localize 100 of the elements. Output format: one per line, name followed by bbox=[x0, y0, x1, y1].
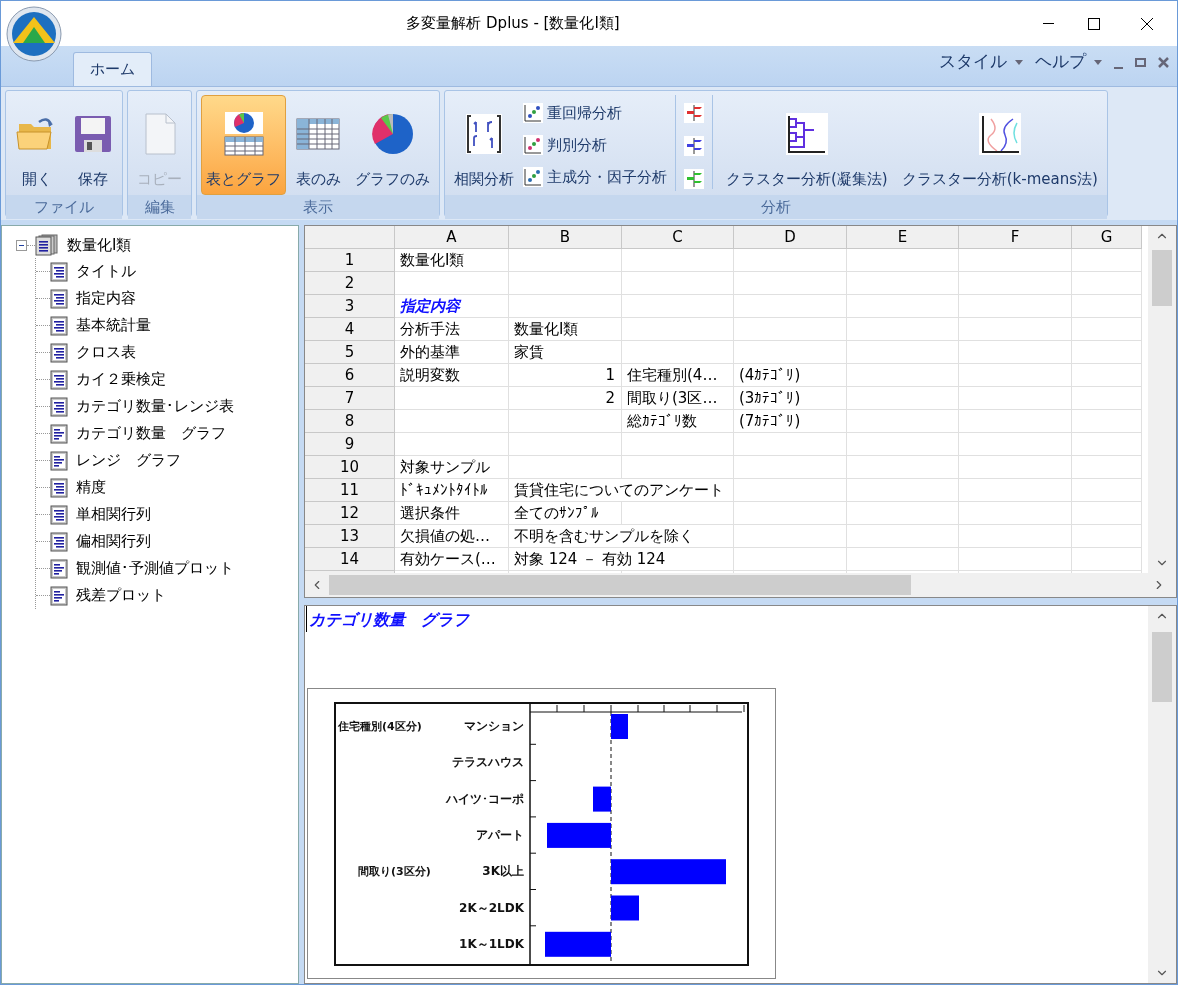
graph-button[interactable]: グラフのみ bbox=[350, 95, 435, 195]
scroll-thumb[interactable] bbox=[1152, 250, 1172, 306]
bar bbox=[545, 931, 611, 957]
category-label: テラスハウス bbox=[452, 754, 524, 769]
cell-text: 家賃 bbox=[514, 342, 544, 363]
restore-icon[interactable] bbox=[1135, 57, 1146, 67]
cell-text: 有効ケース(… bbox=[400, 549, 496, 570]
table-button[interactable]: 表のみ bbox=[290, 95, 346, 195]
tree-item[interactable]: カイ２乗検定 bbox=[76, 368, 166, 391]
text-document-icon bbox=[50, 261, 68, 282]
row-header[interactable]: 13 bbox=[305, 525, 395, 548]
cell-text: 全てのｻﾝﾌﾟﾙ bbox=[514, 503, 599, 524]
scroll-thumb[interactable] bbox=[1152, 632, 1172, 702]
caret-icon bbox=[1015, 59, 1023, 65]
row-header[interactable]: 5 bbox=[305, 341, 395, 364]
category-label: アパート bbox=[476, 827, 524, 842]
text-document-icon bbox=[50, 315, 68, 336]
menu-dropdown[interactable]: スタイル bbox=[939, 49, 1023, 75]
cell-text: 対象サンプル bbox=[400, 457, 490, 478]
tree-item[interactable]: カテゴリ数量･レンジ表 bbox=[76, 395, 234, 418]
tree-item[interactable]: 観測値･予測値プロット bbox=[76, 557, 234, 580]
row-header[interactable]: 12 bbox=[305, 502, 395, 525]
ribbon-tab[interactable]: ホーム bbox=[73, 52, 152, 86]
flag-button[interactable] bbox=[684, 103, 704, 123]
kmeans-button[interactable]: クラスター分析(k-means法) bbox=[896, 95, 1103, 195]
cell-text: 住宅種別(4… bbox=[627, 365, 718, 386]
save-button[interactable]: 保存 bbox=[68, 95, 118, 195]
text-document-icon bbox=[50, 504, 68, 525]
cell-text: 総ｶﾃｺﾞﾘ数 bbox=[627, 411, 697, 432]
collapse-icon[interactable] bbox=[16, 239, 27, 251]
text-document-icon bbox=[50, 288, 68, 309]
sheet-corner[interactable] bbox=[305, 226, 395, 249]
tree-item[interactable]: 偏相関行列 bbox=[76, 530, 151, 553]
tree-item[interactable]: クロス表 bbox=[76, 341, 136, 364]
row-header[interactable]: 9 bbox=[305, 433, 395, 456]
row-header[interactable]: 10 bbox=[305, 456, 395, 479]
flag-button[interactable] bbox=[684, 169, 704, 189]
row-header[interactable]: 7 bbox=[305, 387, 395, 410]
tree-item[interactable]: 指定内容 bbox=[76, 287, 136, 310]
horizontal-scrollbar[interactable] bbox=[305, 573, 1176, 597]
tree-item[interactable]: 単相関行列 bbox=[76, 503, 151, 526]
cell-text: 欠損値の処… bbox=[400, 526, 490, 547]
cell-text: (4ｶﾃｺﾞﾘ) bbox=[739, 365, 801, 386]
bar bbox=[547, 822, 611, 848]
caret-icon bbox=[1094, 59, 1102, 65]
bar bbox=[593, 786, 611, 812]
row-header[interactable]: 4 bbox=[305, 318, 395, 341]
close-icon[interactable] bbox=[1158, 56, 1169, 68]
document-stack-icon bbox=[35, 234, 59, 256]
cell-text: 間取り(3区… bbox=[627, 388, 718, 409]
tree-item[interactable]: 数量化Ⅰ類 bbox=[67, 233, 132, 257]
group-label: 編集 bbox=[128, 195, 191, 219]
cell-text: 1 bbox=[605, 365, 615, 386]
flag-icon bbox=[684, 103, 704, 123]
row-header[interactable]: 6 bbox=[305, 364, 395, 387]
row-header[interactable]: 2 bbox=[305, 272, 395, 295]
row-header[interactable]: 1 bbox=[305, 249, 395, 272]
tree-item[interactable]: 精度 bbox=[76, 476, 106, 499]
menu-button[interactable]: 重回帰分析 bbox=[523, 99, 667, 127]
dendrogram-button[interactable]: クラスター分析(凝集法) bbox=[721, 95, 893, 195]
table-cell bbox=[1072, 295, 1142, 318]
row-header[interactable]: 11 bbox=[305, 479, 395, 502]
column-header[interactable]: E bbox=[847, 226, 959, 249]
flag-icon bbox=[684, 169, 704, 189]
tree-item[interactable]: 残差プロット bbox=[76, 584, 166, 607]
group-label: 間取り(3区分) bbox=[358, 864, 431, 878]
text-document-icon bbox=[50, 342, 68, 363]
cell-text: 不明を含むサンプルを除く bbox=[514, 526, 694, 547]
tree-item[interactable]: カテゴリ数量 グラフ bbox=[76, 422, 226, 445]
menu-button[interactable]: 判別分析 bbox=[523, 131, 667, 159]
row-header[interactable]: 14 bbox=[305, 548, 395, 571]
matrix-button[interactable]: 相関分析 bbox=[449, 95, 519, 195]
table-cell bbox=[1072, 364, 1142, 387]
table-graph-button[interactable]: 表とグラフ bbox=[201, 95, 286, 195]
flag-button[interactable] bbox=[684, 136, 704, 156]
vertical-scrollbar[interactable] bbox=[1148, 226, 1176, 573]
text-document-icon bbox=[50, 477, 68, 498]
row-header[interactable]: 8 bbox=[305, 410, 395, 433]
menu-button[interactable]: 主成分・因子分析 bbox=[523, 163, 667, 191]
column-header[interactable]: B bbox=[509, 226, 622, 249]
column-header[interactable]: A bbox=[395, 226, 509, 249]
minimize-icon[interactable] bbox=[1114, 67, 1123, 69]
column-header[interactable]: D bbox=[734, 226, 847, 249]
scroll-thumb[interactable] bbox=[329, 575, 911, 595]
tree-item[interactable]: レンジ グラフ bbox=[76, 449, 181, 472]
column-header[interactable]: F bbox=[959, 226, 1072, 249]
vertical-scrollbar[interactable] bbox=[1148, 606, 1176, 983]
text-document-icon bbox=[50, 531, 68, 552]
tree-item[interactable]: 基本統計量 bbox=[76, 314, 151, 337]
maximize-icon bbox=[1088, 17, 1100, 30]
menu-dropdown[interactable]: ヘルプ bbox=[1035, 49, 1102, 75]
table-cell bbox=[1072, 249, 1142, 272]
bar bbox=[611, 713, 628, 739]
cell-text: 分析手法 bbox=[400, 319, 460, 340]
column-header[interactable]: C bbox=[622, 226, 734, 249]
row-header[interactable]: 3 bbox=[305, 295, 395, 318]
scatter-plot-icon bbox=[523, 103, 543, 123]
tree-item[interactable]: タイトル bbox=[76, 260, 136, 283]
column-header[interactable]: G bbox=[1072, 226, 1142, 249]
open-button[interactable]: 開く bbox=[10, 95, 64, 195]
